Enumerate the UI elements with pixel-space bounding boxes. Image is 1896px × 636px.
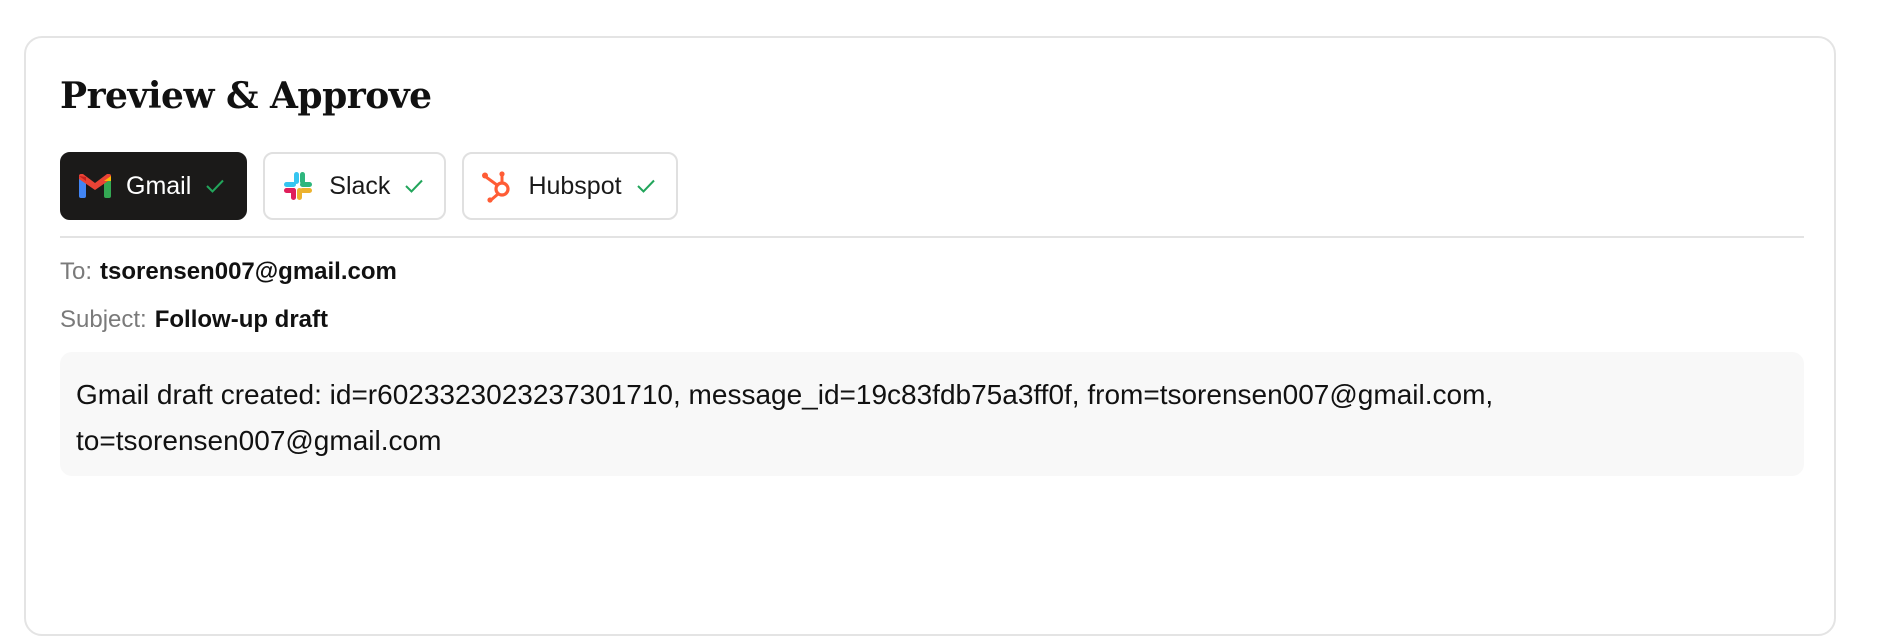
integration-tabs: Gmail Slack Hubspot (60, 152, 678, 220)
hubspot-logo-icon (480, 169, 514, 203)
tab-slack[interactable]: Slack (263, 152, 447, 220)
subject-value: Follow-up draft (154, 306, 329, 333)
tab-label: Hubspot (528, 171, 622, 200)
panel-title: Preview & Approve (60, 75, 432, 117)
preview-approve-panel: Preview & Approve Gmail Slack Hubspot To… (24, 36, 1836, 636)
tab-label: Slack (329, 171, 391, 200)
check-icon (636, 175, 658, 197)
to-field: To: tsorensen007@gmail.com (60, 260, 397, 284)
tab-hubspot[interactable]: Hubspot (462, 152, 678, 220)
to-value: tsorensen007@gmail.com (100, 258, 397, 285)
gmail-logo-icon (78, 169, 112, 203)
tab-label: Gmail (126, 171, 192, 200)
subject-label: Subject: (60, 306, 147, 333)
tab-gmail[interactable]: Gmail (60, 152, 248, 220)
email-body-preview: Gmail draft created: id=r602332302323730… (60, 352, 1804, 476)
check-icon (205, 175, 227, 197)
subject-field: Subject: Follow-up draft (60, 308, 328, 332)
check-icon (404, 175, 426, 197)
to-label: To: (60, 258, 93, 285)
divider (60, 236, 1804, 238)
slack-logo-icon (281, 169, 315, 203)
